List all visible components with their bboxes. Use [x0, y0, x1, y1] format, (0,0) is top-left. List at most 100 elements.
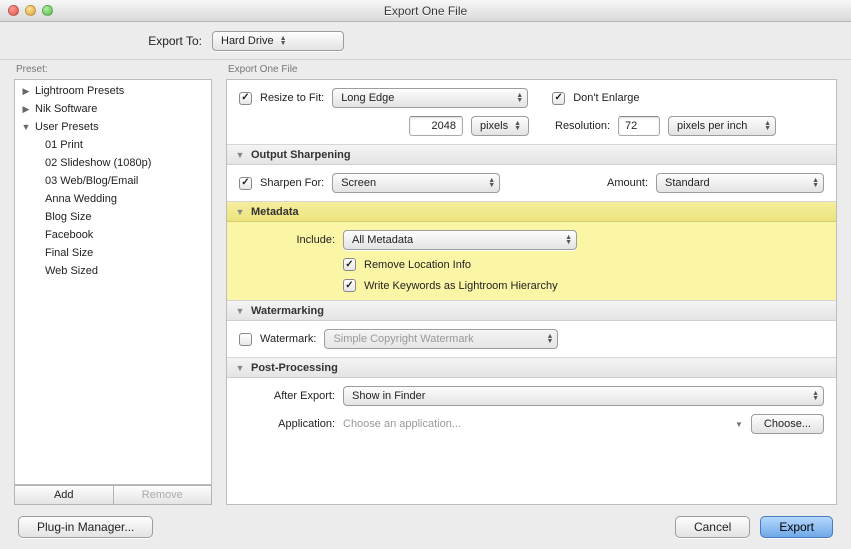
preset-label: Blog Size: [45, 211, 91, 223]
add-preset-button[interactable]: Add: [14, 485, 114, 505]
section-header-post[interactable]: ▼ Post-Processing: [227, 358, 836, 378]
preset-header: Preset:: [14, 60, 212, 79]
chevron-updown-icon: ▲▼: [764, 121, 771, 131]
preset-label: Facebook: [45, 229, 93, 241]
caret-down-icon: ▼: [735, 420, 743, 429]
minimize-window-button[interactable]: [25, 5, 36, 16]
section-image-sizing: Resize to Fit: Long Edge ▲▼ Don't Enlarg…: [227, 80, 836, 144]
include-label: Include:: [239, 234, 335, 246]
disclosure-triangle-icon: ▼: [235, 306, 245, 316]
chevron-updown-icon: ▲▼: [812, 391, 819, 401]
resolution-unit-select[interactable]: pixels per inch ▲▼: [668, 116, 776, 136]
write-keywords-checkbox[interactable]: [343, 279, 356, 292]
write-keywords-label: Write Keywords as Lightroom Hierarchy: [364, 280, 558, 292]
preset-buttons: Add Remove: [14, 485, 212, 505]
window-controls: [8, 5, 53, 16]
settings-column: Export One File Resize to Fit: Long Edge…: [226, 60, 837, 505]
sharpen-checkbox[interactable]: [239, 177, 252, 190]
watermark-checkbox[interactable]: [239, 333, 252, 346]
preset-label: Lightroom Presets: [35, 85, 124, 97]
amount-label: Amount:: [607, 177, 648, 189]
export-button[interactable]: Export: [760, 516, 833, 538]
chevron-updown-icon: ▲▼: [547, 334, 554, 344]
export-to-label: Export To:: [16, 34, 212, 48]
sharpen-label: Sharpen For:: [260, 177, 324, 189]
disclosure-triangle-icon: ▼: [235, 363, 245, 373]
watermark-select: Simple Copyright Watermark ▲▼: [324, 329, 558, 349]
preset-item[interactable]: 03 Web/Blog/Email: [15, 172, 211, 190]
chevron-updown-icon: ▲▼: [514, 121, 521, 131]
application-value: Choose an application...: [343, 418, 727, 430]
zoom-window-button[interactable]: [42, 5, 53, 16]
export-dialog: Export One File Export To: Hard Drive ▲▼…: [0, 0, 851, 549]
settings-panel: Resize to Fit: Long Edge ▲▼ Don't Enlarg…: [226, 79, 837, 505]
close-window-button[interactable]: [8, 5, 19, 16]
resolution-input[interactable]: 72: [618, 116, 660, 136]
section-header-metadata[interactable]: ▼ Metadata: [227, 202, 836, 222]
dont-enlarge-checkbox[interactable]: [552, 92, 565, 105]
export-to-row: Export To: Hard Drive ▲▼: [0, 22, 851, 60]
preset-item[interactable]: 01 Print: [15, 136, 211, 154]
resize-value-input[interactable]: 2048: [409, 116, 463, 136]
section-post-processing: ▼ Post-Processing After Export: Show in …: [227, 357, 836, 442]
preset-label: 03 Web/Blog/Email: [45, 175, 138, 187]
resize-checkbox[interactable]: [239, 92, 252, 105]
watermark-label: Watermark:: [260, 333, 316, 345]
preset-column: Preset: ▶Lightroom Presets▶Nik Software▼…: [14, 60, 212, 505]
chevron-updown-icon: ▲▼: [488, 178, 495, 188]
include-select[interactable]: All Metadata ▲▼: [343, 230, 577, 250]
resize-mode-select[interactable]: Long Edge ▲▼: [332, 88, 528, 108]
after-export-label: After Export:: [239, 390, 335, 402]
section-header-watermark[interactable]: ▼ Watermarking: [227, 301, 836, 321]
after-export-select[interactable]: Show in Finder ▲▼: [343, 386, 824, 406]
preset-item[interactable]: Final Size: [15, 244, 211, 262]
section-header-sharpening[interactable]: ▼ Output Sharpening: [227, 145, 836, 165]
preset-group[interactable]: ▼ User Presets: [15, 118, 211, 136]
resize-mode-value: Long Edge: [341, 92, 394, 104]
preset-item[interactable]: Anna Wedding: [15, 190, 211, 208]
disclosure-triangle-icon: ▼: [235, 207, 245, 217]
preset-label: 02 Slideshow (1080p): [45, 157, 151, 169]
window-title: Export One File: [0, 4, 851, 18]
resize-unit-select[interactable]: pixels ▲▼: [471, 116, 529, 136]
sharpen-amount-select[interactable]: Standard ▲▼: [656, 173, 824, 193]
preset-label: Nik Software: [35, 103, 97, 115]
disclosure-triangle-icon: ▼: [235, 150, 245, 160]
export-to-select[interactable]: Hard Drive ▲▼: [212, 31, 344, 51]
cancel-button[interactable]: Cancel: [675, 516, 750, 538]
export-to-value: Hard Drive: [221, 35, 274, 47]
remove-location-checkbox[interactable]: [343, 258, 356, 271]
disclosure-triangle-icon: ▼: [21, 122, 31, 132]
resize-label: Resize to Fit:: [260, 92, 324, 104]
preset-label: Final Size: [45, 247, 93, 259]
chevron-updown-icon: ▲▼: [280, 36, 287, 46]
disclosure-triangle-icon: ▶: [21, 86, 31, 97]
choose-application-button[interactable]: Choose...: [751, 414, 824, 434]
preset-label: 01 Print: [45, 139, 83, 151]
chevron-updown-icon: ▲▼: [812, 178, 819, 188]
resolution-label: Resolution:: [555, 120, 610, 132]
preset-item[interactable]: 02 Slideshow (1080p): [15, 154, 211, 172]
dont-enlarge-label: Don't Enlarge: [573, 92, 639, 104]
preset-label: Anna Wedding: [45, 193, 117, 205]
preset-item[interactable]: Blog Size: [15, 208, 211, 226]
preset-label: User Presets: [35, 121, 99, 133]
plugin-manager-button[interactable]: Plug-in Manager...: [18, 516, 153, 538]
titlebar: Export One File: [0, 0, 851, 22]
sharpen-target-select[interactable]: Screen ▲▼: [332, 173, 500, 193]
preset-item[interactable]: Web Sized: [15, 262, 211, 280]
preset-item[interactable]: Facebook: [15, 226, 211, 244]
preset-group[interactable]: ▶Nik Software: [15, 100, 211, 118]
section-output-sharpening: ▼ Output Sharpening Sharpen For: Screen …: [227, 144, 836, 201]
chevron-updown-icon: ▲▼: [565, 235, 572, 245]
main-columns: Preset: ▶Lightroom Presets▶Nik Software▼…: [0, 60, 851, 505]
section-watermarking: ▼ Watermarking Watermark: Simple Copyrig…: [227, 300, 836, 357]
footer: Plug-in Manager... Cancel Export: [0, 505, 851, 549]
application-label: Application:: [239, 418, 335, 430]
section-metadata: ▼ Metadata Include: All Metadata ▲▼: [227, 201, 836, 300]
settings-header: Export One File: [226, 60, 837, 79]
preset-group[interactable]: ▶ Lightroom Presets: [15, 82, 211, 100]
remove-location-label: Remove Location Info: [364, 259, 471, 271]
preset-list[interactable]: ▶ Lightroom Presets ▶Nik Software ▼ User Pre…: [14, 79, 212, 485]
preset-label: Web Sized: [45, 265, 98, 277]
